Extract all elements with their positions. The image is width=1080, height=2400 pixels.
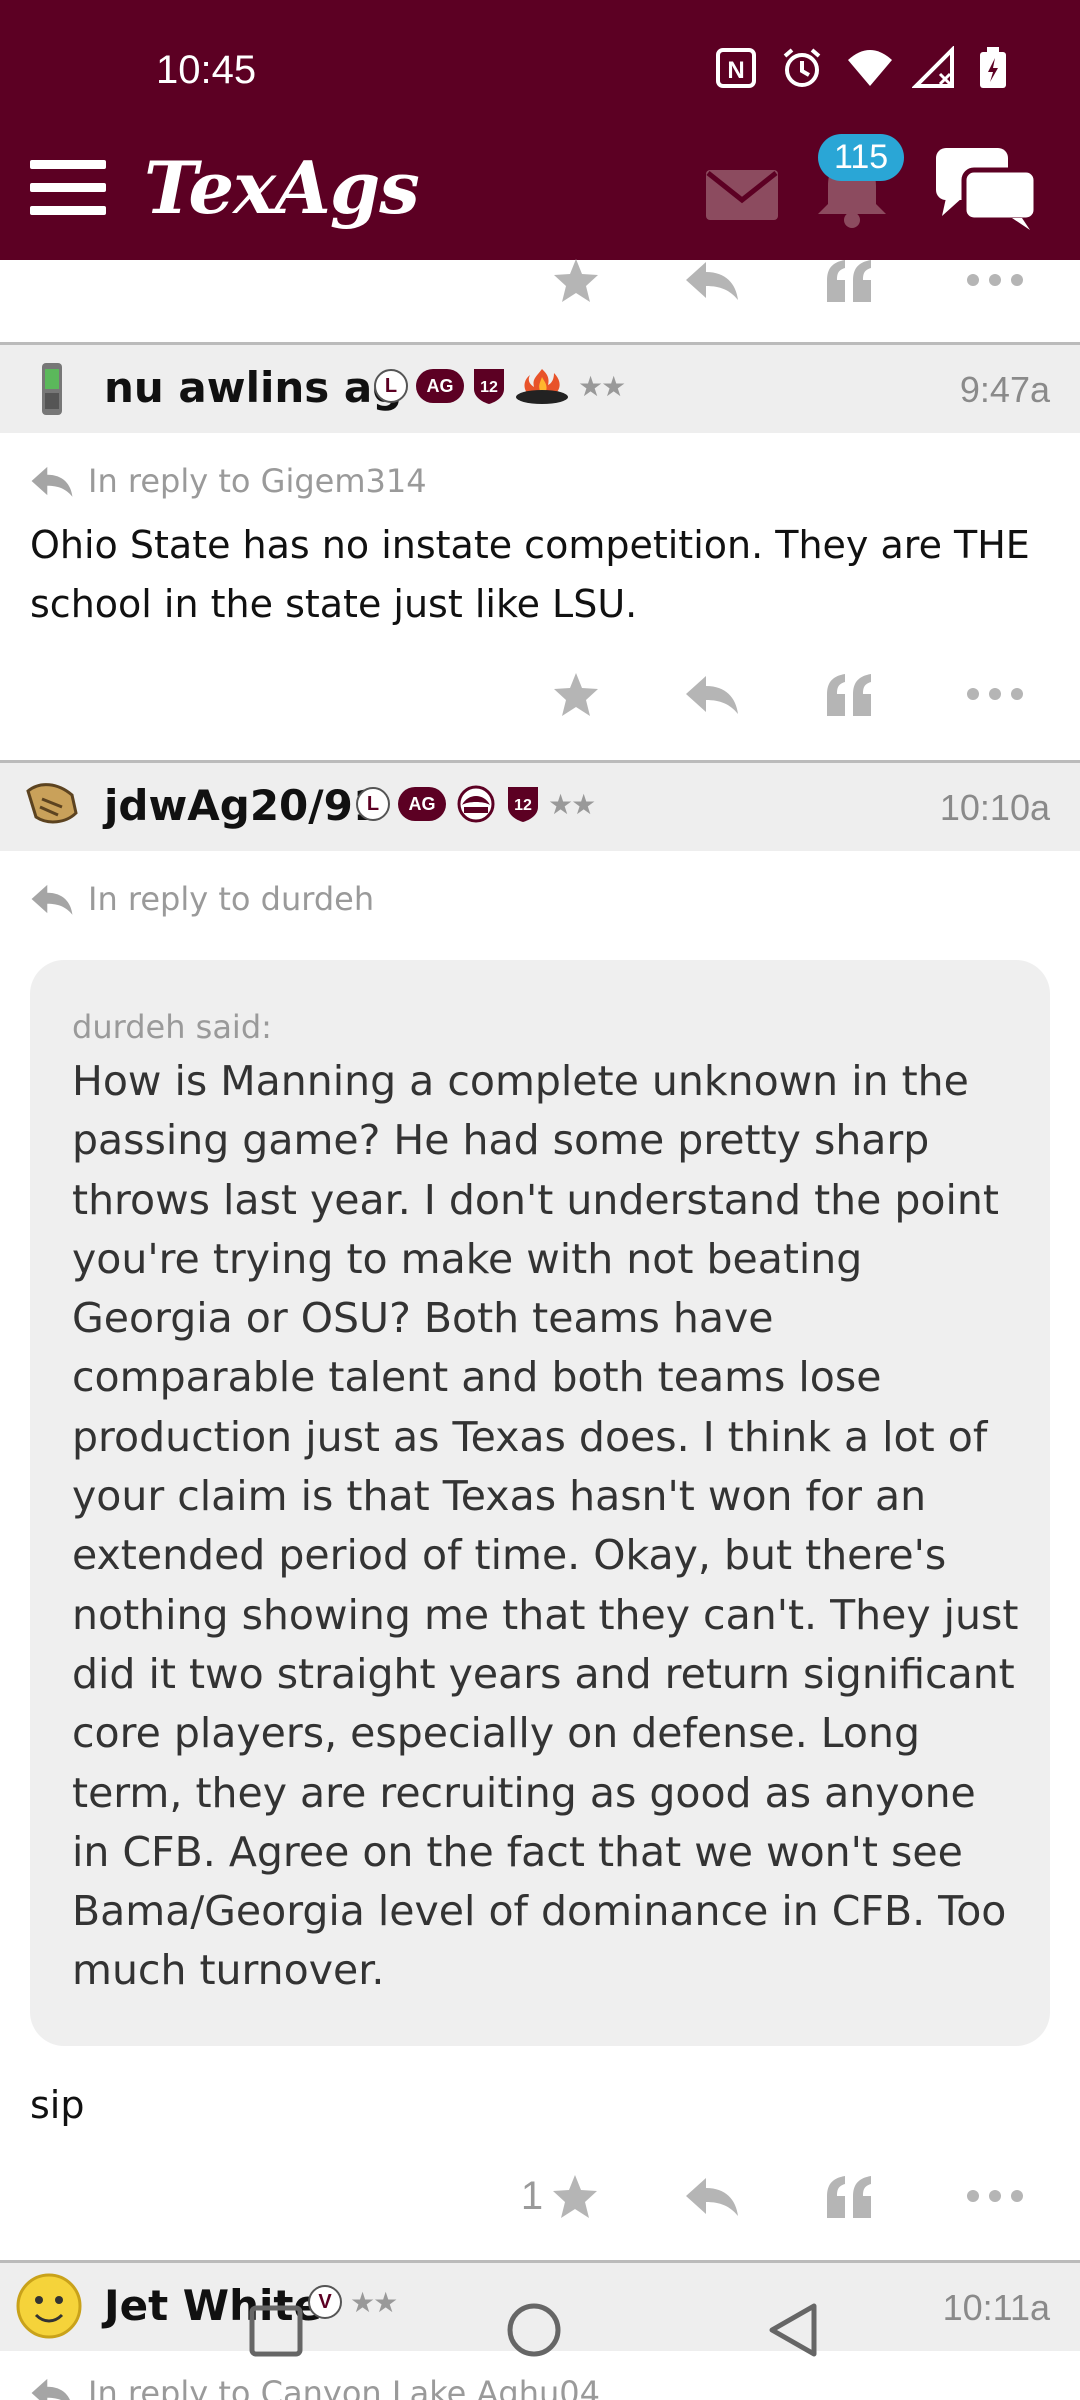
quote-icon[interactable] [820,240,880,320]
status-time: 10:45 [156,48,257,92]
post-header: jdwAg20/91 L AG 12 ★★ 10:10a [0,763,1080,851]
star-icon[interactable] [546,654,606,734]
twelfth-man-shield-icon: 12 [506,785,540,823]
post-actions: 1 [0,2156,1080,2236]
alarm-icon [780,46,824,90]
reply-arrow-icon[interactable] [680,2156,744,2236]
reply-arrow-icon [31,884,73,915]
lifetime-badge: L [374,369,408,403]
user-badges: L AG 12 ★★ [356,785,596,823]
star-icon[interactable] [546,240,606,320]
star-icon [553,2175,598,2218]
svg-text:12: 12 [514,797,532,814]
quote-block: durdeh said: How is Manning a complete u… [30,960,1050,2046]
username[interactable]: jdwAg20/91 [104,781,382,830]
reply-to-label: In reply to Canyon Lake Aghu04 [88,2374,601,2400]
username[interactable]: nu awlins ag [104,363,402,412]
quote-icon[interactable] [820,654,880,734]
post-time: 9:47a [959,369,1050,410]
battery-icon [978,46,1022,90]
reply-arrow-icon[interactable] [680,654,744,734]
star-button[interactable]: 1 [510,2156,610,2236]
post-body: sip [30,2083,85,2127]
reply-reference[interactable]: In reply to Gigem314 [30,462,427,500]
twelfth-man-shield-icon: 12 [472,367,506,405]
recents-icon[interactable] [246,2300,306,2362]
reply-to-label: In reply to durdeh [88,880,375,918]
bonfire-icon [514,367,570,405]
reply-reference[interactable]: In reply to durdeh [30,880,374,918]
more-dots-icon[interactable] [960,240,1030,320]
nfc-icon: N [714,46,758,90]
post-actions [0,240,1080,320]
more-dots-icon[interactable] [960,2156,1030,2236]
system-nav-bar [0,2286,1080,2366]
status-icons: N [714,45,1022,90]
post-time: 10:10a [939,787,1050,828]
wifi-icon [846,46,892,90]
avatar[interactable] [22,359,82,419]
notification-count-badge[interactable]: 115 [818,134,905,181]
lifetime-badge: L [356,787,390,821]
back-icon[interactable] [764,2300,824,2364]
reply-arrow-icon [31,2378,71,2400]
team-logo-icon [454,785,498,823]
quote-author: durdeh said: [72,1008,272,1046]
post-actions [0,654,1080,734]
more-dots-icon[interactable] [960,654,1030,734]
ag-badge: AG [398,787,446,821]
hamburger-menu-icon[interactable] [30,160,106,216]
rating-stars: ★★ [578,369,626,403]
rating-stars: ★★ [548,787,596,821]
mail-icon[interactable] [706,170,778,220]
reply-arrow-icon [31,466,73,497]
app-header: 10:45 N TexAgs 115 [0,0,1080,260]
star-count: 1 [520,2173,544,2218]
reply-arrow-icon[interactable] [680,240,744,320]
signal-icon [911,45,956,90]
user-badges: L AG 12 ★★ [374,367,626,405]
quote-icon[interactable] [820,2156,880,2236]
reply-reference[interactable]: In reply to Canyon Lake Aghu04 [30,2374,600,2400]
avatar[interactable] [22,777,82,837]
home-icon[interactable] [504,2300,564,2364]
reply-to-label: In reply to Gigem314 [88,462,427,500]
post-header: nu awlins ag L AG 12 ★★ 9:47a [0,345,1080,433]
ag-badge: AG [416,369,464,403]
texags-logo[interactable]: TexAgs [144,145,420,230]
quote-text: How is Manning a complete unknown in the… [72,1057,1019,1995]
chat-bubbles-icon[interactable] [936,148,1039,230]
svg-text:12: 12 [480,379,498,396]
svg-text:N: N [727,57,744,84]
post-body: Ohio State has no instate competition. T… [30,523,1030,626]
